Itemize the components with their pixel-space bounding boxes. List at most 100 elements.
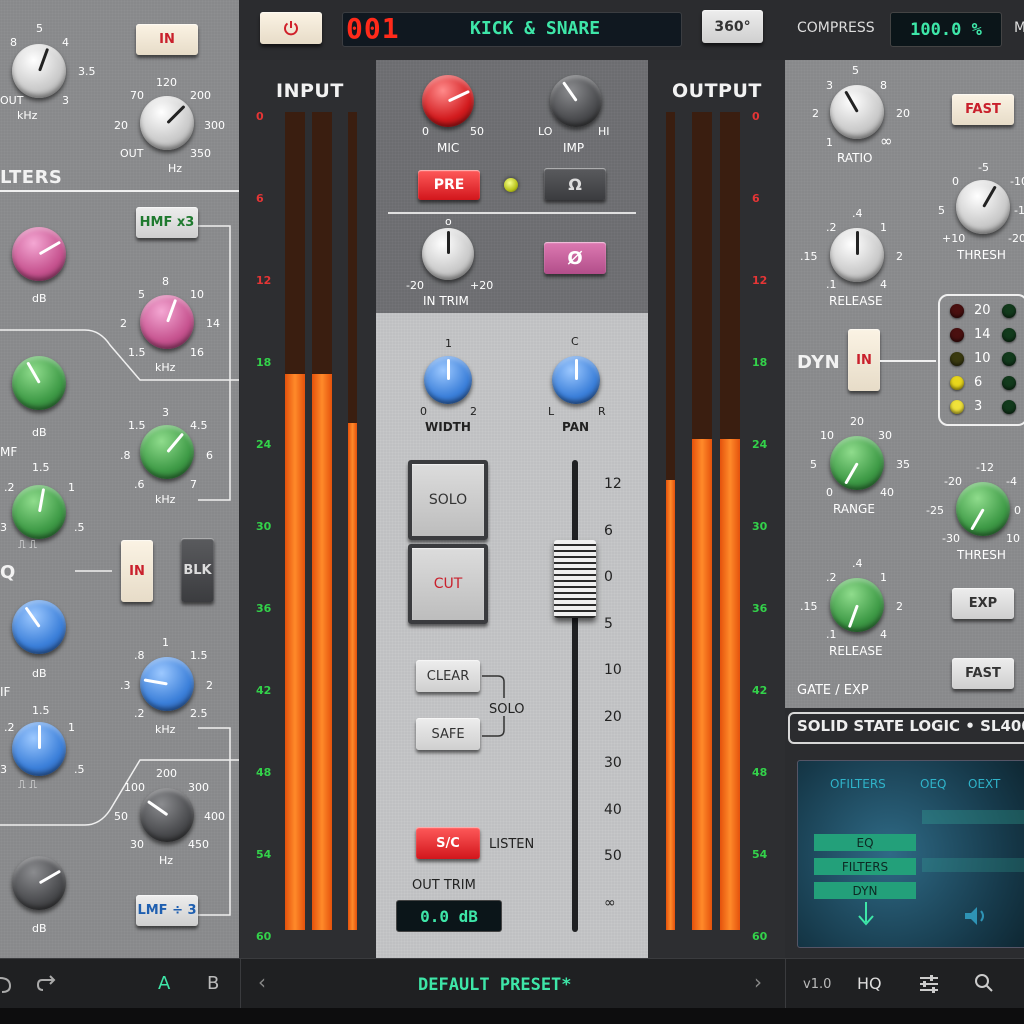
eq-in-button[interactable]: IN	[121, 540, 153, 602]
hmf-q-knob[interactable]	[12, 485, 66, 539]
settings-sliders-icon[interactable]	[918, 974, 940, 994]
search-icon[interactable]	[974, 973, 994, 993]
comp-fast-button[interactable]: FAST	[952, 94, 1014, 125]
routing-block-dyn[interactable]: DYN	[814, 882, 916, 899]
sc-listen-button[interactable]: S/C	[416, 827, 480, 859]
input-scale-42: 42	[256, 684, 272, 697]
speaker-icon[interactable]	[962, 904, 990, 928]
prev-preset-icon[interactable]: ‹	[258, 970, 266, 994]
thresh-scale-minus20: -20	[1008, 232, 1024, 245]
lmf-q-scale-1-5: 1.5	[32, 704, 50, 717]
routing-tab-filters[interactable]: OFILTERS	[830, 778, 886, 790]
hf-gain-knob[interactable]	[12, 227, 66, 281]
imp-scale-hi: HI	[598, 125, 610, 138]
routing-tab-ext[interactable]: OEXT	[968, 778, 1000, 790]
comp-release-label: RELEASE	[829, 294, 883, 308]
gr-led-right-6	[1002, 376, 1016, 390]
cut-button[interactable]: CUT	[408, 544, 488, 624]
360-button[interactable]: 360°	[702, 10, 763, 43]
output-fader-handle[interactable]	[554, 540, 596, 618]
ab-b-button[interactable]: B	[207, 973, 219, 994]
hpf-knob[interactable]	[140, 96, 194, 150]
routing-block-filters[interactable]: FILTERS	[814, 858, 916, 875]
input-meter-sc-fill	[348, 422, 357, 930]
hpf-scale-350: 350	[190, 147, 211, 160]
hmf-q-scale-05: .5	[74, 521, 85, 534]
fader-scale-5: 20	[604, 708, 622, 725]
undo-icon[interactable]	[0, 972, 14, 994]
fader-scale-3: 5	[604, 615, 613, 632]
gate-fast-button[interactable]: FAST	[952, 658, 1014, 689]
out-trim-value[interactable]: 0.0 dB	[396, 900, 502, 932]
hmf-gain-knob[interactable]	[12, 356, 66, 410]
lmf-scale-2: 2	[206, 679, 213, 692]
gate-release-knob[interactable]	[830, 578, 884, 632]
hmf-freq-knob[interactable]	[140, 425, 194, 479]
routing-block-filters-label: FILTERS	[841, 859, 889, 874]
filters-in-button[interactable]: IN	[136, 24, 198, 55]
brand-text: SOLID STATE LOGIC • SL4000	[797, 717, 1024, 735]
lmf-scale-1: 1	[162, 636, 169, 649]
input-scale-48: 48	[256, 766, 272, 779]
mic-gain-knob[interactable]	[422, 75, 474, 127]
solo-button[interactable]: SOLO	[408, 460, 488, 540]
comp-release-knob[interactable]	[830, 228, 884, 282]
footer-preset-name[interactable]: DEFAULT PRESET*	[418, 975, 572, 995]
lpf-knob[interactable]	[12, 44, 66, 98]
width-knob[interactable]	[424, 356, 472, 404]
phase-button[interactable]: Ø	[544, 242, 606, 274]
compress-value[interactable]: 100.0 %	[890, 12, 1002, 47]
safe-button[interactable]: SAFE	[416, 718, 480, 750]
lf-scale-450: 450	[188, 838, 209, 851]
hf-freq-unit: kHz	[155, 361, 176, 374]
hmf-x3-button[interactable]: HMF x3	[136, 207, 198, 238]
pan-label: PAN	[562, 420, 590, 434]
power-button[interactable]	[260, 12, 322, 44]
hf-scale-1-5: 1.5	[128, 346, 146, 359]
ratio-scale-inf: ∞	[880, 132, 893, 150]
lmf-gain-knob[interactable]	[12, 600, 66, 654]
ab-a-button[interactable]: A	[158, 973, 170, 994]
gr-led-left-14	[950, 328, 964, 342]
lmf-freq-knob[interactable]	[140, 657, 194, 711]
lmf-div3-button[interactable]: LMF ÷ 3	[136, 895, 198, 926]
range-knob[interactable]	[830, 436, 884, 490]
lf-gain-knob[interactable]	[12, 856, 66, 910]
impedance-knob[interactable]	[550, 75, 602, 127]
exp-button[interactable]: EXP	[952, 588, 1014, 619]
grel-scale-01: .1	[826, 628, 837, 641]
hmf-scale-7: 7	[190, 478, 197, 491]
gr-scale-3: 3	[974, 399, 983, 414]
next-preset-icon[interactable]: ›	[754, 970, 762, 994]
q-title: Q	[0, 562, 16, 583]
output-scale-36: 36	[752, 602, 768, 615]
lf-scale-30: 30	[130, 838, 144, 851]
clear-button[interactable]: CLEAR	[416, 660, 480, 692]
hf-freq-knob[interactable]	[140, 295, 194, 349]
ohm-button[interactable]: Ω	[544, 168, 606, 200]
lpf-scale-3-5: 3.5	[78, 65, 96, 78]
lf-freq-knob[interactable]	[140, 788, 194, 842]
ratio-knob[interactable]	[830, 85, 884, 139]
gr-led-right-20	[1002, 304, 1016, 318]
redo-icon[interactable]	[36, 972, 58, 994]
pan-knob[interactable]	[552, 356, 600, 404]
routing-lane-1	[922, 810, 1024, 824]
eq-blk-button[interactable]: BLK	[181, 538, 214, 602]
in-trim-knob[interactable]	[422, 228, 474, 280]
rel-scale-2: 2	[896, 250, 903, 263]
dyn-in-button[interactable]: IN	[848, 329, 880, 391]
routing-tab-eq[interactable]: OEQ	[920, 778, 946, 790]
lmf-q-knob[interactable]	[12, 722, 66, 776]
pre-button[interactable]: PRE	[418, 170, 480, 200]
ratio-scale-1: 1	[826, 136, 833, 149]
hq-button[interactable]: HQ	[857, 974, 882, 993]
comp-thresh-knob[interactable]	[956, 180, 1010, 234]
input-scale-12: 12	[256, 274, 272, 287]
grel-scale-1: 1	[880, 571, 887, 584]
input-scale-54: 54	[256, 848, 272, 861]
output-meter-r-fill	[720, 439, 740, 930]
hmf-scale-6: 6	[206, 449, 213, 462]
gate-thresh-knob[interactable]	[956, 482, 1010, 536]
routing-block-eq[interactable]: EQ	[814, 834, 916, 851]
